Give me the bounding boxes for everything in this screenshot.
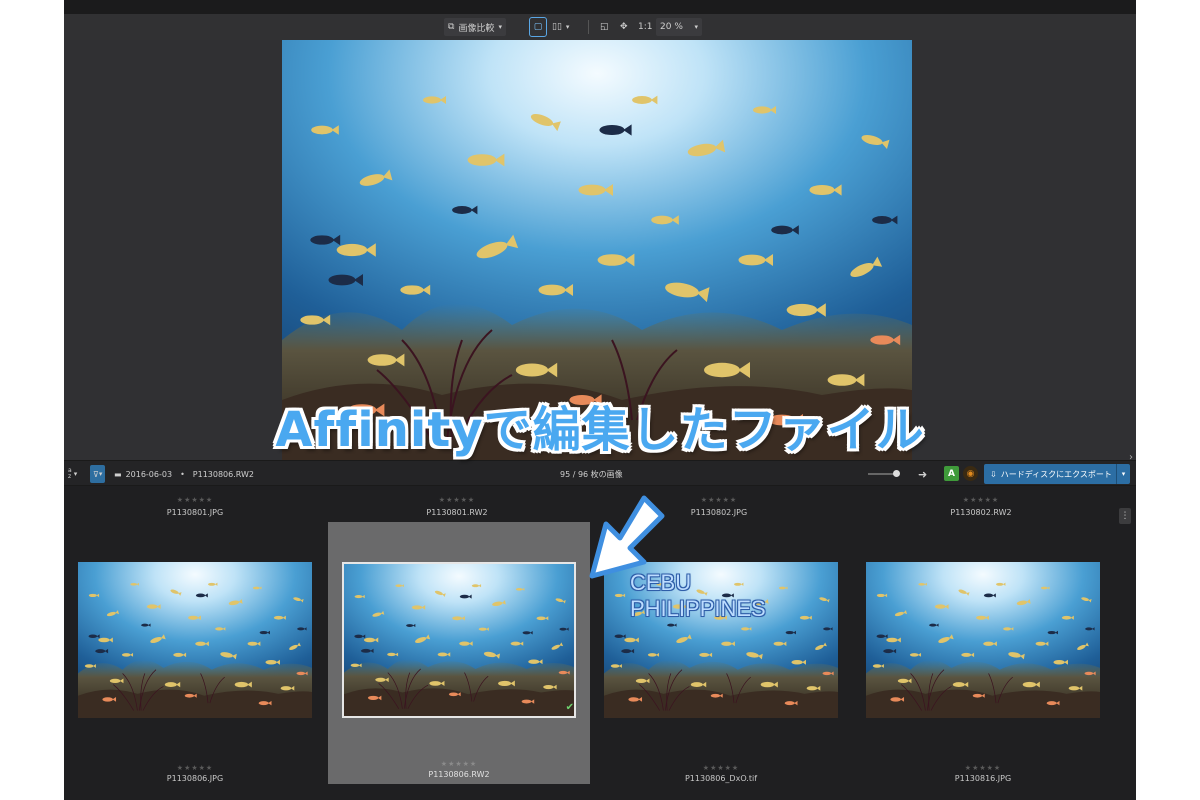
chevron-down-icon: ▾ xyxy=(694,23,698,31)
rating-stars[interactable]: ★★★★★ xyxy=(850,496,1112,504)
split-view-icon: ▯▯ xyxy=(552,22,562,32)
zoom-1to1-label: 1:1 xyxy=(638,22,653,32)
next-arrow-icon[interactable]: ➜ xyxy=(918,465,927,483)
grid-cell[interactable]: ★★★★★ P1130802.RW2 xyxy=(850,496,1112,517)
overlay-banner: Affinityで編集したファイル xyxy=(275,402,925,458)
compare-button[interactable]: ⧉ 画像比較 ▾ xyxy=(444,18,506,36)
rating-stars[interactable]: ★★★★★ xyxy=(852,764,1114,772)
rating-stars[interactable]: ★★★★★ xyxy=(328,760,590,768)
file-name: P1130816.JPG xyxy=(954,774,1012,783)
more-options-icon[interactable]: ⋮ xyxy=(1119,508,1131,524)
zoom-1to1-button[interactable]: 1:1 xyxy=(634,18,656,36)
grid-cell[interactable]: ★★★★★ P1130801.JPG xyxy=(64,496,326,517)
check-icon: ✔ xyxy=(565,702,574,713)
watermark-line: PHILIPPINES xyxy=(630,596,766,621)
thumbnail-image[interactable] xyxy=(78,562,312,718)
sort-label: a z xyxy=(68,467,72,480)
chevron-down-icon: ▾ xyxy=(498,23,502,31)
split-view-button[interactable]: ▯▯ ▾ xyxy=(548,18,573,36)
plugin-app-icon[interactable]: ◉ xyxy=(963,466,978,481)
file-name: P1130801.RW2 xyxy=(426,508,488,517)
breadcrumb-separator: • xyxy=(180,469,185,479)
breadcrumb-file[interactable]: P1130806.RW2 xyxy=(193,470,254,479)
thumbnail-cell[interactable]: ★★★★★ P1130806.JPG xyxy=(64,526,326,792)
thumbnail-image[interactable] xyxy=(342,562,576,718)
export-label: ハードディスクにエクスポート xyxy=(1000,469,1112,479)
crop-button[interactable]: ◱ xyxy=(596,18,613,36)
export-button[interactable]: ⇩ ハードディスクにエクスポート ▾ xyxy=(984,464,1130,484)
single-view-icon: ▢ xyxy=(533,22,543,32)
grid-cell[interactable]: ★★★★★ P1130801.RW2 xyxy=(326,496,588,517)
rating-stars[interactable]: ★★★★★ xyxy=(326,496,588,504)
folder-icon: ▬ xyxy=(114,469,122,479)
rating-stars[interactable]: ★★★★★ xyxy=(590,764,852,772)
file-name: P1130806_DxO.tif xyxy=(684,774,758,783)
chevron-down-icon: ▾ xyxy=(565,23,570,31)
thumbnail-image[interactable] xyxy=(866,562,1100,718)
thumbnail-cell[interactable]: ★★★★★ P1130816.JPG xyxy=(852,526,1114,792)
chevron-down-icon[interactable]: ▾ xyxy=(1116,464,1130,484)
single-view-button[interactable]: ▢ xyxy=(529,17,547,37)
zoom-value: 20 % xyxy=(660,22,683,32)
chevron-down-icon: ▾ xyxy=(98,470,103,478)
image-count: 95 / 96 枚の画像 xyxy=(560,469,623,479)
compare-label: 画像比較 xyxy=(458,23,495,34)
breadcrumb-folder[interactable]: 2016-06-03 xyxy=(126,470,173,479)
pan-button[interactable]: ✥ xyxy=(616,18,632,36)
chevron-down-icon: ▾ xyxy=(73,470,78,478)
affinity-app-icon[interactable]: A xyxy=(944,466,959,481)
file-name: P1130806.JPG xyxy=(166,774,224,783)
move-icon: ✥ xyxy=(620,22,628,32)
sort-button[interactable]: a z ▾ xyxy=(68,465,77,483)
thumbnail-image[interactable]: CEBU PHILIPPINES xyxy=(604,562,838,718)
zoom-select[interactable]: 20 % ▾ xyxy=(656,18,702,36)
crop-icon: ◱ xyxy=(600,22,609,32)
rating-stars[interactable]: ★★★★★ xyxy=(64,764,326,772)
rating-stars[interactable]: ★★★★★ xyxy=(64,496,326,504)
file-name: P1130802.RW2 xyxy=(950,508,1012,517)
filter-button[interactable]: ⊽ ▾ xyxy=(90,465,106,483)
breadcrumb: ▬ 2016-06-03 • P1130806.RW2 xyxy=(114,465,254,483)
file-name: P1130801.JPG xyxy=(166,508,224,517)
title-bar xyxy=(64,0,1136,14)
arrow-icon xyxy=(589,495,665,579)
export-disk-icon: ⇩ xyxy=(990,469,997,479)
compare-icon: ⧉ xyxy=(448,22,455,32)
file-name: P1130806.RW2 xyxy=(428,770,490,779)
viewer-toolbar: ⧉ 画像比較 ▾ ▢ ▯▯ ▾ ◱ ✥ 1:1 20 % ▾ xyxy=(64,14,1136,40)
slider-handle[interactable] xyxy=(893,470,900,477)
thumbnail-cell-selected[interactable]: ✔ ★★★★★ P1130806.RW2 xyxy=(328,522,590,784)
grid-scrollbar[interactable]: ⋮ xyxy=(1114,486,1136,800)
